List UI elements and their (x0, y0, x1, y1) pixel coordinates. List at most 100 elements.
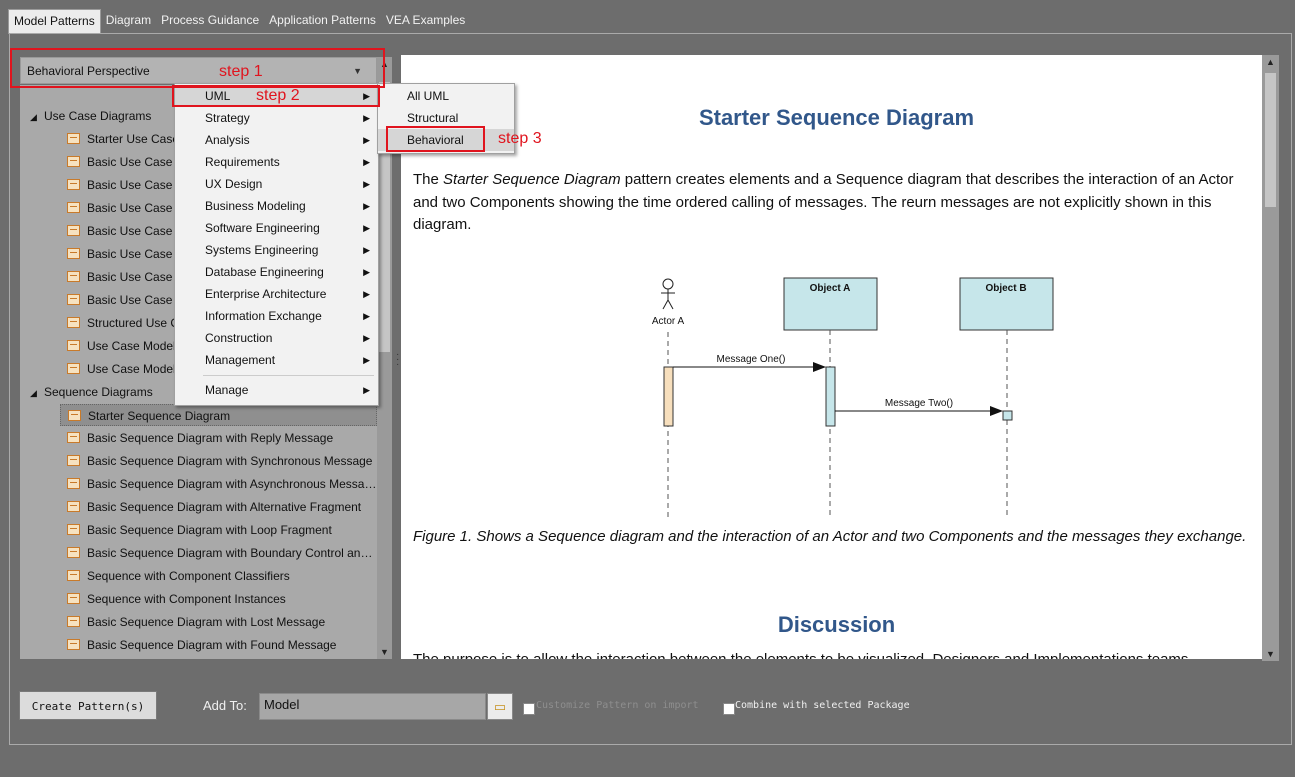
tree-item-label: Basic Sequence Diagram with Asynchronous… (87, 477, 377, 491)
tree-item-label: Basic Sequence Diagram with Synchronous … (87, 454, 373, 468)
pattern-icon (67, 225, 80, 236)
tab-process-guidance[interactable]: Process Guidance (156, 9, 264, 33)
menu-item-strategy[interactable]: Strategy ▶ (175, 107, 378, 129)
content-scrollbar[interactable]: ▲ ▼ (1262, 55, 1279, 661)
tree-group-label: Sequence Diagrams (44, 385, 153, 399)
tab-vea-examples[interactable]: VEA Examples (381, 9, 470, 33)
discussion-paragraph: The purpose is to allow the interaction … (413, 649, 1261, 659)
tree-item-label: Basic Use Case M (87, 247, 186, 261)
splitter-grip-icon[interactable]: · · · (396, 350, 399, 370)
sequence-diagram-figure: Actor A Object A Object B Message One() … (615, 272, 1060, 520)
menu-item-requirements[interactable]: Requirements ▶ (175, 151, 378, 173)
scrollbar-thumb[interactable] (1265, 73, 1276, 207)
tree-item[interactable]: Basic Sequence Diagram with Synchronous … (60, 450, 377, 472)
tree-group-use-case[interactable]: ◢ Use Case Diagrams (30, 106, 151, 126)
tree-item[interactable]: Basic Sequence Diagram with Reply Messag… (60, 427, 377, 449)
tree-item-label: Basic Use Case M (87, 178, 186, 192)
tree-item-label: Basic Use Case M (87, 201, 186, 215)
perspective-menu: UML ▶ Strategy ▶ Analysis ▶ Requirements ▶ U… (174, 83, 379, 406)
tree-item[interactable]: Basic Sequence Diagram with Found Messag… (60, 634, 377, 656)
menu-item-database-engineering[interactable]: Database Engineering ▶ (175, 261, 378, 283)
object-a-label: Object A (810, 283, 851, 294)
tree-item[interactable]: Basic Sequence Diagram with Lost Message (60, 611, 377, 633)
menu-item-enterprise-architecture[interactable]: Enterprise Architecture ▶ (175, 283, 378, 305)
pattern-icon (67, 501, 80, 512)
tree-item-label: Basic Sequence Diagram with Found Messag… (87, 638, 337, 652)
actor-label: Actor A (652, 316, 685, 327)
tab-model-patterns[interactable]: Model Patterns (8, 9, 101, 34)
step1-label: step 1 (219, 63, 263, 80)
tree-item-label: Basic Use Case M (87, 293, 186, 307)
tree-item-label: Use Case Model w (87, 339, 188, 353)
menu-item-business-modeling[interactable]: Business Modeling ▶ (175, 195, 378, 217)
tree-item[interactable]: Sequence with Component Instances (60, 588, 377, 610)
pattern-icon (67, 455, 80, 466)
submenu-arrow-icon: ▶ (363, 267, 370, 277)
step2-label: step 2 (256, 87, 300, 104)
step3-highlight (386, 126, 485, 152)
submenu-arrow-icon: ▶ (363, 311, 370, 321)
menu-item-software-engineering[interactable]: Software Engineering ▶ (175, 217, 378, 239)
pattern-icon (67, 156, 80, 167)
pattern-icon (67, 432, 80, 443)
tab-application-patterns[interactable]: Application Patterns (264, 9, 381, 33)
scroll-up-icon[interactable]: ▲ (1265, 57, 1276, 67)
add-to-field[interactable]: Model (259, 693, 486, 720)
tree-group-label: Use Case Diagrams (44, 109, 152, 123)
pattern-icon (67, 248, 80, 259)
tree-item-label: Basic Use Case M (87, 224, 186, 238)
tree-item-label: Basic Sequence Diagram with Lost Message (87, 615, 326, 629)
expand-triangle-icon: ◢ (30, 112, 37, 122)
pattern-icon (67, 616, 80, 627)
figure-caption: Figure 1. Shows a Sequence diagram and t… (413, 528, 1247, 545)
menu-item-information-exchange[interactable]: Information Exchange ▶ (175, 305, 378, 327)
tree-item-label: Basic Sequence Diagram with Alternative … (87, 500, 362, 514)
combine-package-label: Combine with selected Package (735, 700, 910, 711)
submenu-arrow-icon: ▶ (363, 201, 370, 211)
menu-item-construction[interactable]: Construction ▶ (175, 327, 378, 349)
intro-paragraph: The Starter Sequence Diagram pattern cre… (413, 171, 1234, 233)
pattern-icon (67, 478, 80, 489)
menu-item-analysis[interactable]: Analysis ▶ (175, 129, 378, 151)
menu-item-systems-engineering[interactable]: Systems Engineering ▶ (175, 239, 378, 261)
tree-item-label: Starter Sequence Diagram (88, 409, 231, 423)
submenu-arrow-icon: ▶ (363, 113, 370, 123)
tree-item[interactable]: Basic Sequence Diagram with Alternative … (60, 496, 377, 518)
discussion-heading: Discussion (777, 612, 896, 637)
pattern-icon (67, 317, 80, 328)
tree-item-label: Sequence with Component Classifiers (87, 569, 290, 583)
submenu-arrow-icon: ▶ (363, 385, 370, 395)
customize-pattern-checkbox[interactable] (523, 703, 535, 715)
submenu-arrow-icon: ▶ (363, 245, 370, 255)
submenu-arrow-icon: ▶ (363, 157, 370, 167)
submenu-arrow-icon: ▶ (363, 223, 370, 233)
tree-item[interactable]: Basic Sequence Diagram with Asynchronous… (60, 473, 377, 495)
tree-item-selected[interactable]: Starter Sequence Diagram (60, 404, 377, 426)
add-to-label: Add To: (203, 698, 247, 713)
pattern-icon (67, 363, 80, 374)
tab-diagram[interactable]: Diagram (101, 9, 156, 33)
tree-item-label: Starter Use Case (87, 132, 180, 146)
create-patterns-button[interactable]: Create Pattern(s) (19, 691, 157, 720)
scroll-down-icon[interactable]: ▼ (379, 647, 390, 657)
step1-highlight (10, 48, 385, 88)
tree-group-sequence[interactable]: ◢ Sequence Diagrams (30, 382, 153, 402)
tree-item-label: Basic Sequence Diagram with Loop Fragmen… (87, 523, 332, 537)
tree-item[interactable]: Basic Sequence Diagram with Loop Fragmen… (60, 519, 377, 541)
tree-item-label: Basic Use Case M (87, 270, 186, 284)
menu-item-ux-design[interactable]: UX Design ▶ (175, 173, 378, 195)
combine-package-checkbox[interactable] (723, 703, 735, 715)
tree-item[interactable]: Basic Sequence Diagram with Boundary Con… (60, 542, 377, 564)
menu-item-management[interactable]: Management ▶ (175, 349, 378, 371)
folder-icon[interactable]: ▭ (487, 693, 513, 720)
menu-item-manage[interactable]: Manage ▶ (175, 379, 378, 401)
pattern-icon (67, 547, 80, 558)
submenu-item-all-uml[interactable]: All UML (378, 85, 514, 107)
pattern-icon (67, 570, 80, 581)
submenu-arrow-icon: ▶ (363, 355, 370, 365)
scroll-down-icon[interactable]: ▼ (1265, 649, 1276, 659)
object-b-label: Object B (985, 283, 1026, 294)
pattern-icon (67, 294, 80, 305)
tree-item[interactable]: Sequence with Component Classifiers (60, 565, 377, 587)
tab-bar: Model Patterns Diagram Process Guidance … (8, 9, 470, 34)
